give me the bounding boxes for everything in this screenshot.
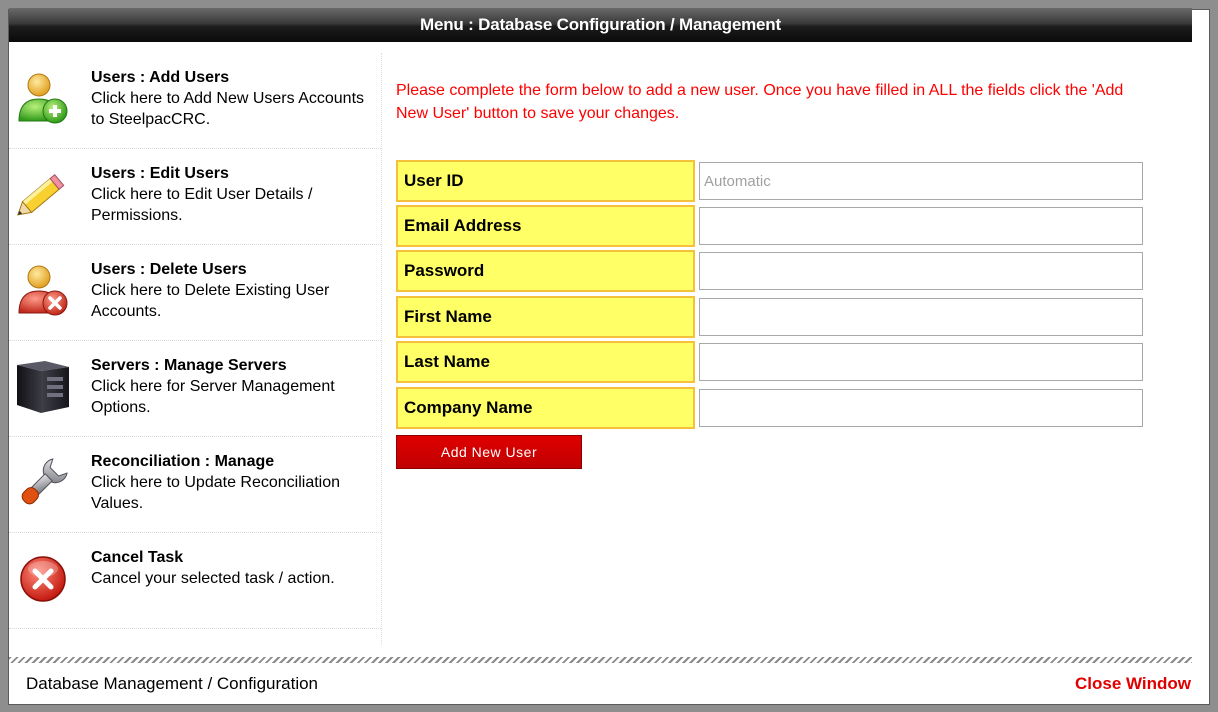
- wrench-icon: [21, 458, 68, 505]
- sidebar-item-desc: Cancel your selected task / action.: [91, 570, 335, 587]
- sidebar-item-title: Reconciliation : Manage: [91, 453, 275, 470]
- first-name-label: First Name: [396, 296, 695, 338]
- cancel-icon: [20, 556, 66, 602]
- first-name-field[interactable]: [699, 298, 1143, 336]
- first-name-row: First Name: [396, 296, 1152, 338]
- sidebar-item-delete-users[interactable]: Users : Delete Users Click here to Delet…: [9, 245, 381, 341]
- sidebar-item-reconciliation[interactable]: Reconciliation : Manage Click here to Up…: [9, 437, 381, 533]
- last-name-label: Last Name: [396, 341, 695, 383]
- footer-divider: [9, 657, 1192, 663]
- sidebar-menu: Users : Add Users Click here to Add New …: [9, 53, 382, 645]
- user-id-field[interactable]: [699, 162, 1143, 200]
- last-name-row: Last Name: [396, 341, 1152, 383]
- password-field[interactable]: [699, 252, 1143, 290]
- user-delete-icon: [18, 265, 68, 316]
- sidebar-item-desc: Click here to Edit User Details / Permis…: [91, 186, 313, 224]
- sidebar-item-cancel-task[interactable]: Cancel Task Cancel your selected task / …: [9, 533, 381, 629]
- close-window-link[interactable]: Close Window: [1075, 674, 1191, 694]
- add-new-user-button[interactable]: Add New User: [396, 435, 582, 469]
- sidebar-item-desc: Click here to Update Reconciliation Valu…: [91, 474, 341, 512]
- password-row: Password: [396, 250, 1152, 292]
- sidebar-item-desc: Click here to Delete Existing User Accou…: [91, 282, 330, 320]
- email-field[interactable]: [699, 207, 1143, 245]
- sidebar-item-title: Servers : Manage Servers: [91, 357, 287, 374]
- sidebar-item-desc: Click here for Server Management Options…: [91, 378, 335, 416]
- sidebar-item-title: Cancel Task: [91, 549, 184, 566]
- window-title: Menu : Database Configuration / Manageme…: [9, 8, 1192, 42]
- company-name-row: Company Name: [396, 387, 1152, 429]
- company-name-field[interactable]: [699, 389, 1143, 427]
- footer-status-text: Database Management / Configuration: [26, 674, 319, 693]
- company-name-label: Company Name: [396, 387, 695, 429]
- email-label: Email Address: [396, 205, 695, 247]
- sidebar-item-title: Users : Add Users: [91, 69, 230, 86]
- form-instructions: Please complete the form below to add a …: [396, 82, 1124, 122]
- sidebar-item-title: Users : Delete Users: [91, 261, 247, 278]
- user-add-icon: [18, 73, 68, 124]
- email-row: Email Address: [396, 205, 1152, 247]
- sidebar-item-edit-users[interactable]: Users : Edit Users Click here to Edit Us…: [9, 149, 381, 245]
- sidebar-item-title: Users : Edit Users: [91, 165, 229, 182]
- sidebar-item-servers[interactable]: Servers : Manage Servers Click here for …: [9, 341, 381, 437]
- password-label: Password: [396, 250, 695, 292]
- sidebar-item-desc: Click here to Add New Users Accounts to …: [91, 90, 365, 128]
- server-icon: [17, 361, 69, 413]
- pencil-icon: [17, 174, 65, 216]
- last-name-field[interactable]: [699, 343, 1143, 381]
- user-id-row: User ID: [396, 160, 1152, 202]
- sidebar-item-add-users[interactable]: Users : Add Users Click here to Add New …: [9, 53, 381, 149]
- user-id-label: User ID: [396, 160, 695, 202]
